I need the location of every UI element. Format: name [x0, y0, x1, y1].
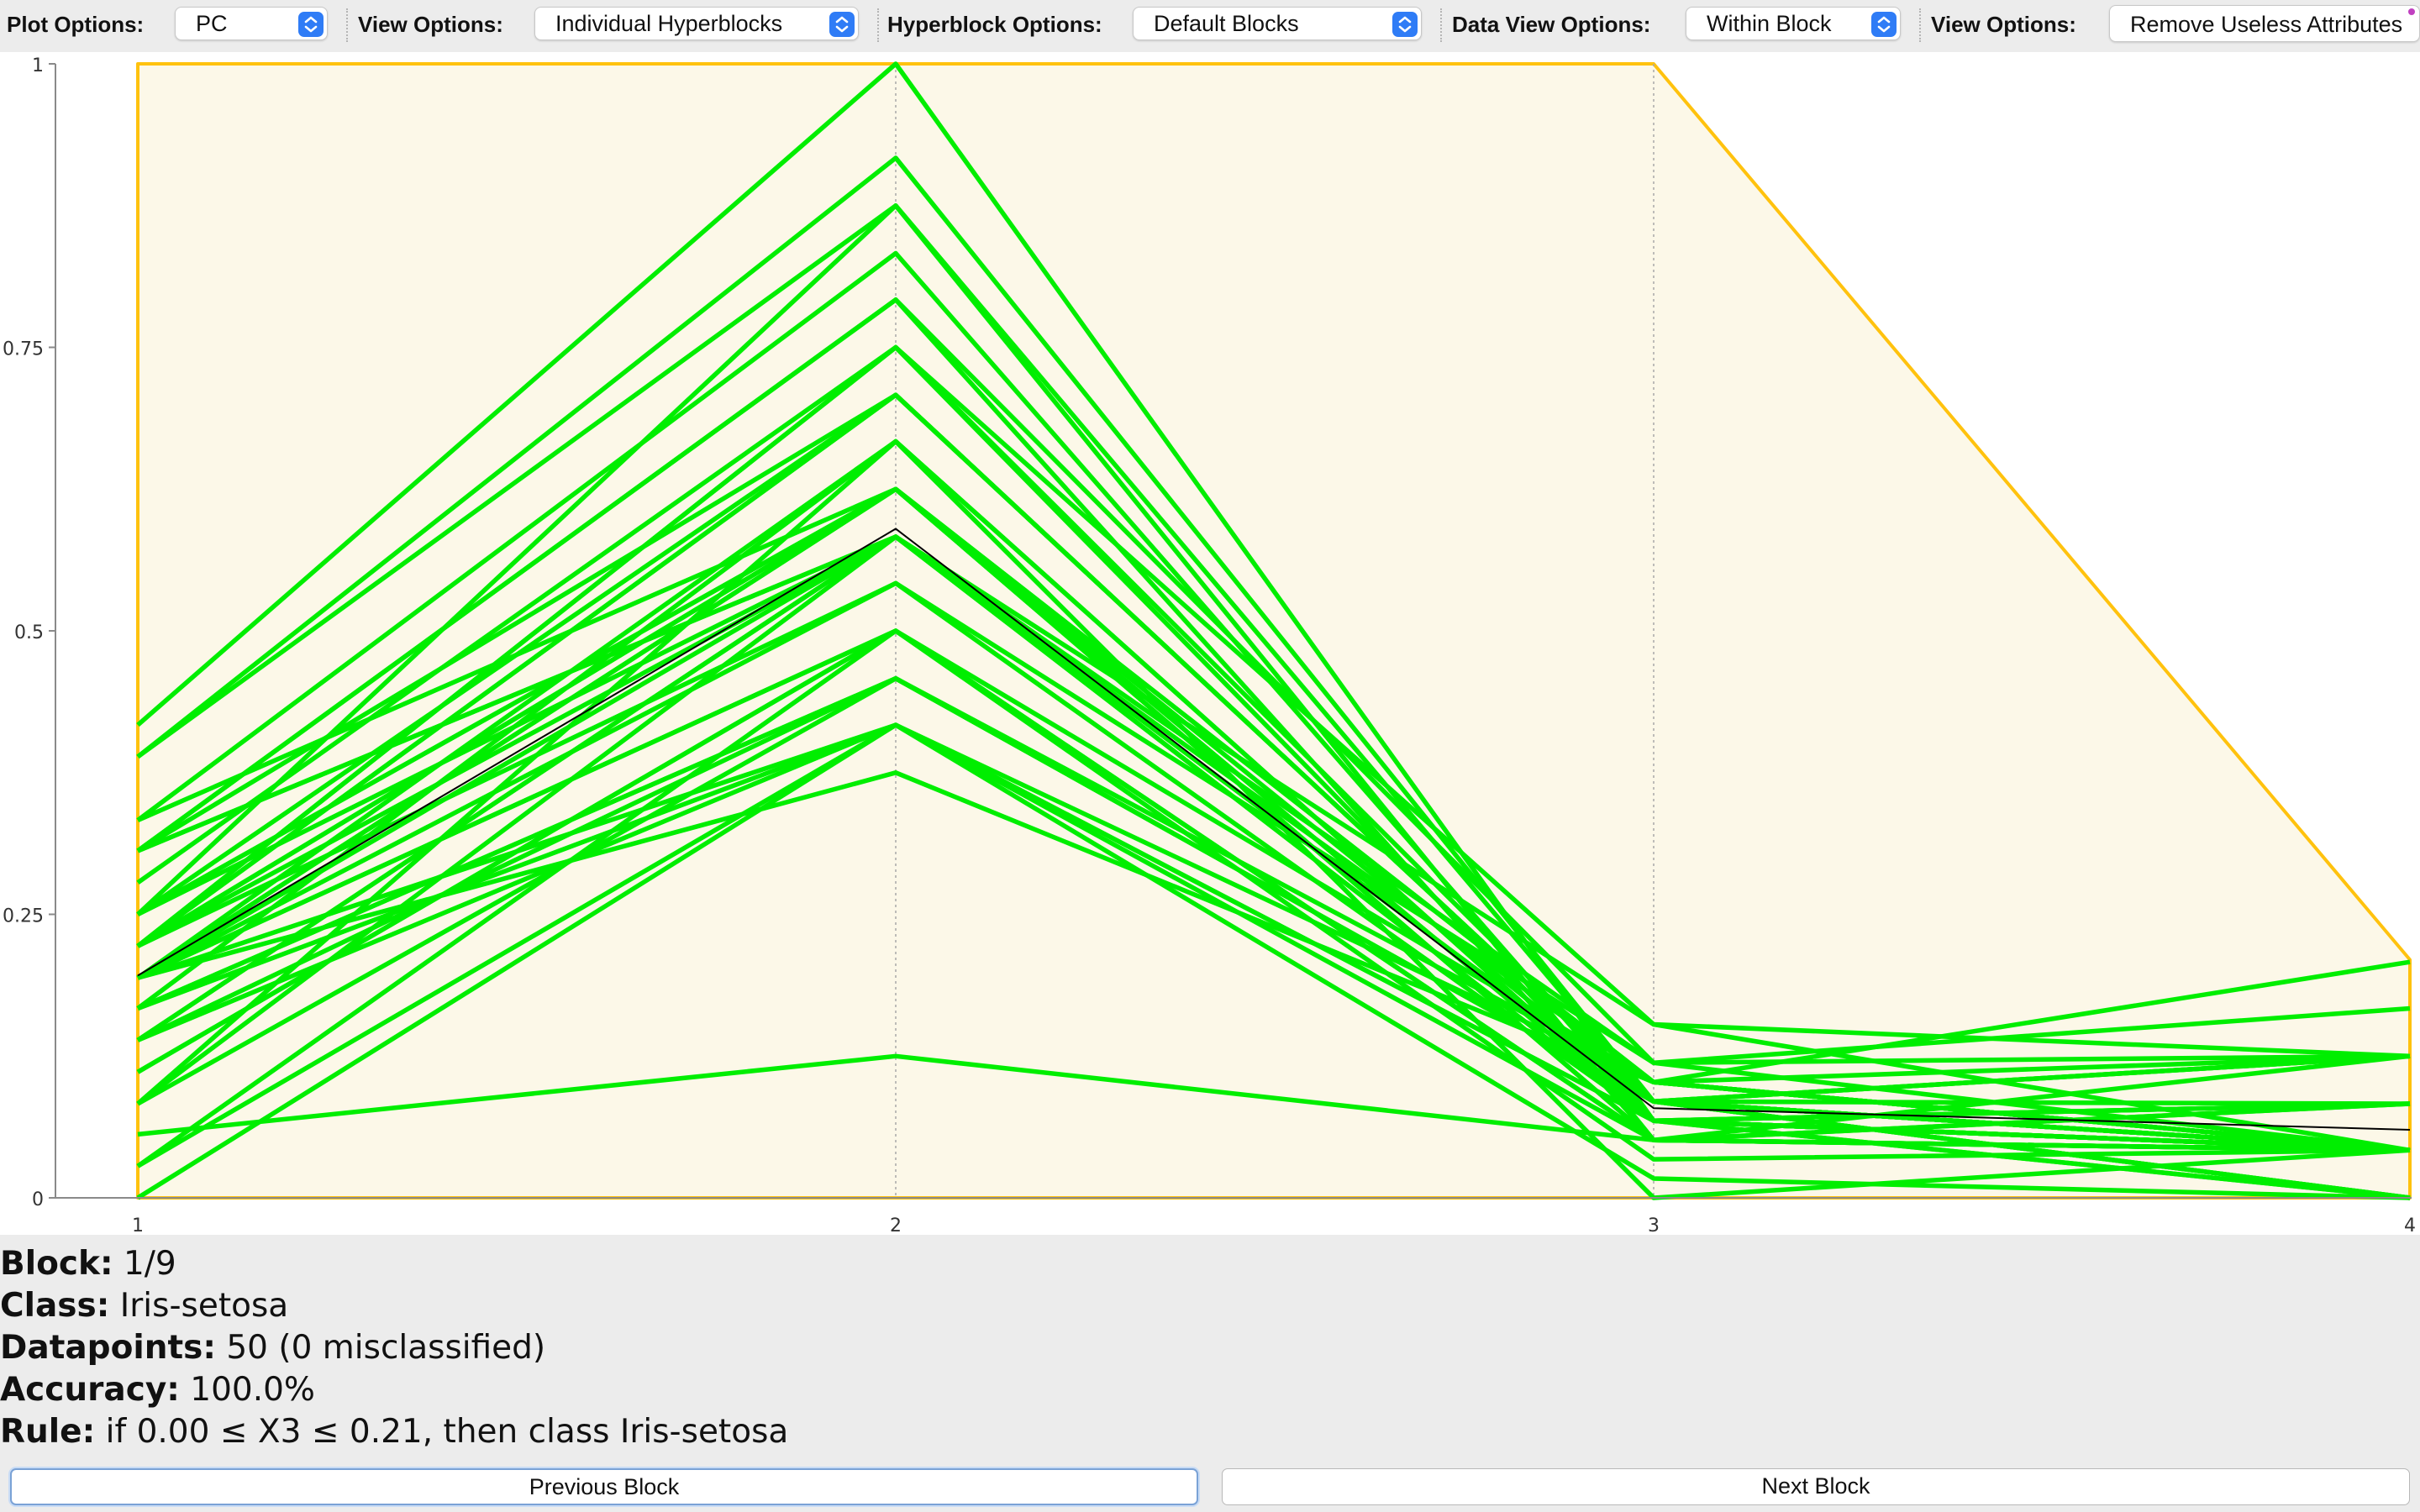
toolbar-separator	[1919, 8, 1921, 42]
class-label: Class:	[0, 1287, 110, 1325]
notification-dot	[2408, 8, 2415, 15]
up-down-chevron-icon	[829, 12, 855, 37]
data-view-options-value: Within Block	[1707, 11, 1832, 36]
remove-useless-attributes-label: Remove Useless Attributes	[2130, 12, 2403, 37]
y-tick-label: 1	[32, 55, 44, 76]
up-down-chevron-icon	[1392, 12, 1418, 37]
block-line: Block: 1/9	[0, 1243, 1344, 1285]
accuracy-value: 100.0%	[190, 1371, 315, 1409]
previous-block-button[interactable]: Previous Block	[10, 1468, 1198, 1505]
x-tick-label: 3	[1648, 1215, 1660, 1235]
data-view-options-select[interactable]: Within Block	[1686, 7, 1901, 40]
toolbar-separator	[877, 8, 879, 42]
next-block-button[interactable]: Next Block	[1222, 1468, 2410, 1505]
rule-value: if 0.00 ≤ X3 ≤ 0.21, then class Iris-set…	[105, 1413, 789, 1451]
up-down-chevron-icon	[1871, 12, 1897, 37]
view-options-label-2: View Options:	[1931, 12, 2076, 37]
data-view-options-label: Data View Options:	[1452, 12, 1651, 37]
x-tick-label: 1	[132, 1215, 144, 1235]
block-label: Block:	[0, 1245, 113, 1283]
hyperblock-options-select[interactable]: Default Blocks	[1133, 7, 1422, 40]
toolbar: Plot Options: PC View Options: Individua…	[0, 0, 2420, 52]
datapoints-line: Datapoints: 50 (0 misclassified)	[0, 1327, 1344, 1369]
class-line: Class: Iris-setosa	[0, 1285, 1344, 1327]
toolbar-separator	[1440, 8, 1442, 42]
remove-useless-attributes-button[interactable]: Remove Useless Attributes	[2109, 5, 2420, 42]
view-options-select[interactable]: Individual Hyperblocks	[534, 7, 859, 40]
plot-options-label: Plot Options:	[7, 12, 145, 37]
class-value: Iris-setosa	[119, 1287, 289, 1325]
view-options-label: View Options:	[358, 12, 503, 37]
view-options-value: Individual Hyperblocks	[555, 11, 783, 36]
x-tick-label: 4	[2404, 1215, 2416, 1235]
rule-label: Rule:	[0, 1413, 96, 1451]
y-tick-label: 0	[32, 1189, 44, 1210]
datapoints-value: 50 (0 misclassified)	[226, 1329, 546, 1367]
accuracy-label: Accuracy:	[0, 1371, 180, 1409]
rule-line: Rule: if 0.00 ≤ X3 ≤ 0.21, then class Ir…	[0, 1411, 1344, 1453]
y-tick-label: 0.5	[14, 622, 44, 643]
plot-options-value: PC	[196, 11, 228, 36]
plot-options-select[interactable]: PC	[175, 7, 328, 40]
toolbar-separator	[346, 8, 348, 42]
hyperblock-options-label: Hyperblock Options:	[887, 12, 1102, 37]
y-tick-label: 0.75	[3, 339, 44, 360]
parallel-coordinates-plot: 0 0.25 0.5 0.75 1 1 2 3 4	[3, 55, 2416, 1235]
x-tick-label: 2	[890, 1215, 902, 1235]
block-value: 1/9	[123, 1245, 176, 1283]
datapoints-label: Datapoints:	[0, 1329, 216, 1367]
accuracy-line: Accuracy: 100.0%	[0, 1369, 1344, 1411]
hyperblock-options-value: Default Blocks	[1154, 11, 1299, 36]
up-down-chevron-icon	[298, 12, 324, 37]
block-info: Block: 1/9 Class: Iris-setosa Datapoints…	[0, 1243, 1344, 1453]
plot-panel: 0 0.25 0.5 0.75 1 1 2 3 4	[0, 52, 2420, 1235]
y-tick-label: 0.25	[3, 906, 44, 927]
